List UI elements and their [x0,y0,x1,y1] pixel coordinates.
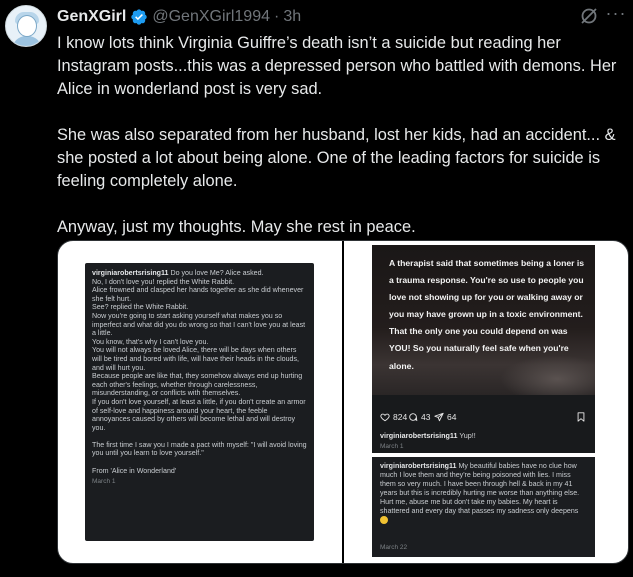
avatar[interactable] [5,5,47,47]
verified-badge-icon [131,9,148,25]
comment-count: 43 [408,412,430,422]
post-photo: A therapist said that sometimes being a … [372,245,595,395]
comment-icon [409,413,418,422]
share-number: 64 [447,412,457,422]
tweet[interactable]: GenXGirl @GenXGirl1994 · 3h ··· I know l… [0,0,633,577]
instagram-post-babies: virginiarobertsrising11 My beautiful bab… [372,457,595,557]
share-count: 64 [434,412,456,422]
caption-username: virginiarobertsrising11 [380,431,458,440]
tweet-text: I know lots think Virginia Guiffre’s dea… [57,32,629,239]
avatar-face [17,15,37,37]
media-divider [342,241,344,563]
separator-dot: · [274,8,280,25]
heart-icon [380,413,390,422]
tweet-timestamp[interactable]: 3h [283,8,301,26]
tweet-header: GenXGirl @GenXGirl1994 · 3h [57,6,301,28]
post-caption: virginiarobertsrising11 Yup!! [380,431,476,440]
sad-face-emoji-icon [380,516,388,525]
tweet-paragraph: I know lots think Virginia Guiffre’s dea… [57,34,621,98]
send-icon [434,412,444,422]
like-count: 824 [380,412,407,422]
comment-number: 43 [421,412,431,422]
instagram-post-alice: virginiarobertsrising11 Do you love Me? … [85,263,314,541]
post-body: virginiarobertsrising11 My beautiful bab… [380,462,587,525]
media-attachment[interactable]: virginiarobertsrising11 Do you love Me? … [57,240,629,564]
bookmark-icon [577,412,585,422]
grok-icon[interactable] [579,6,599,26]
post-body: virginiarobertsrising11 Do you love Me? … [92,269,307,475]
post-date: March 1 [380,443,404,450]
post-date: March 22 [380,544,408,551]
avatar-body [12,36,42,46]
author-name[interactable]: GenXGirl [57,8,126,26]
post-actions: 824 43 64 [380,412,588,424]
tweet-paragraph: She was also separated from her husband,… [57,126,621,190]
more-icon[interactable]: ··· [605,4,627,26]
like-number: 824 [393,412,408,422]
caption-text: Yup!! [457,431,476,440]
post-username: virginiarobertsrising11 [380,462,457,470]
post-quote: A therapist said that sometimes being a … [389,258,584,371]
post-text: Do you love Me? Alice asked. No, I don't… [92,269,307,475]
author-handle[interactable]: @GenXGirl1994 [152,8,270,26]
post-username: virginiarobertsrising11 [92,269,169,277]
post-date: March 1 [92,478,116,486]
instagram-post-therapist: A therapist said that sometimes being a … [372,245,595,453]
tweet-paragraph: Anyway, just my thoughts. May she rest i… [57,218,416,236]
